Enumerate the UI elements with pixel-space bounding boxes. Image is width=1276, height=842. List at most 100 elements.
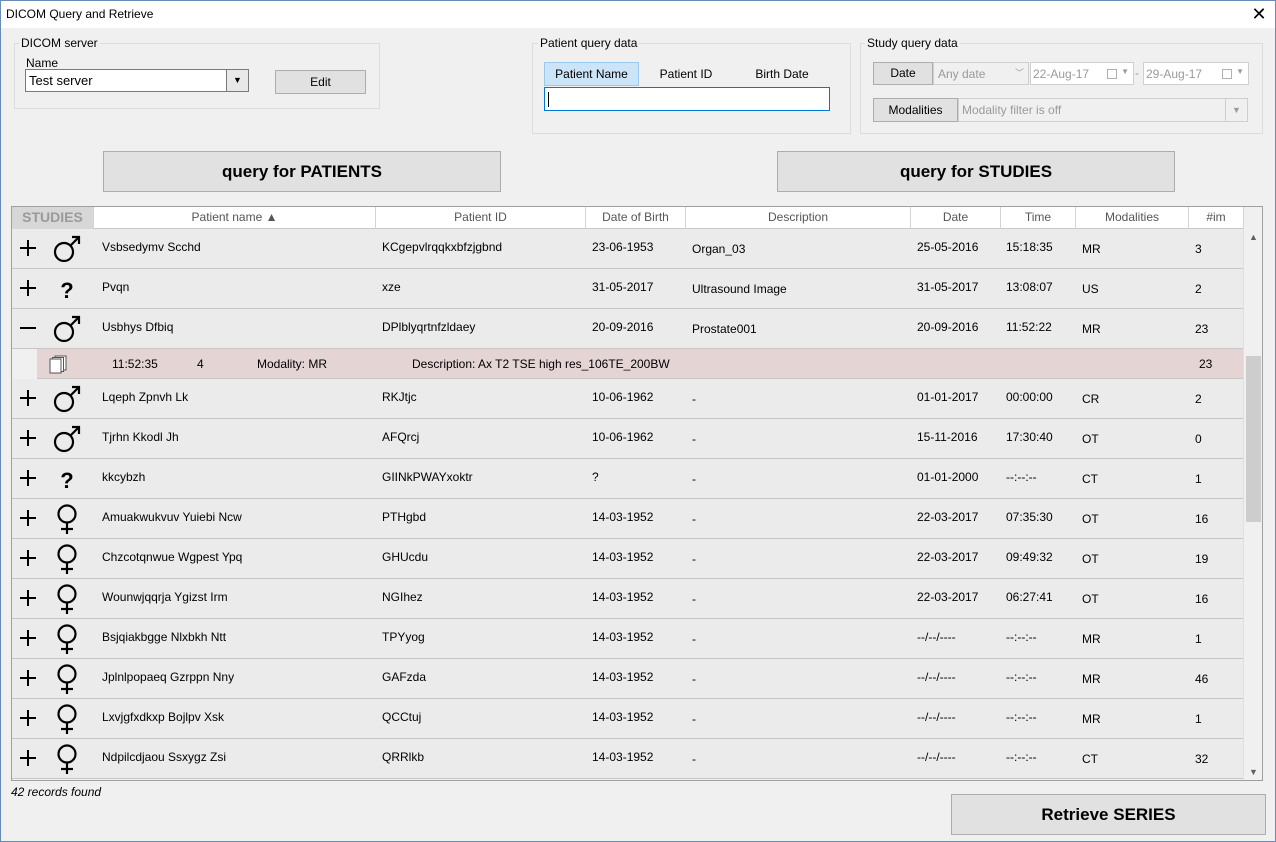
patient-id-cell: PTHgbd [382, 510, 427, 524]
date-range-value: Any date [938, 67, 986, 81]
header-patient-name[interactable]: Patient name ▲ [94, 207, 376, 229]
expand-icon[interactable] [17, 467, 39, 489]
query-patients-button[interactable]: query for PATIENTS [103, 151, 501, 192]
query-studies-button[interactable]: query for STUDIES [777, 151, 1175, 192]
table-row[interactable]: Bsjqiakbgge Nlxbkh Ntt TPYyog 14-03-1952- -… [12, 619, 1244, 659]
tab-patient-name[interactable]: Patient Name [544, 62, 639, 86]
description-cell: Prostate001 [692, 322, 757, 336]
series-row[interactable]: 11:52:35 4 Modality: MR Description: Ax T2 … [37, 349, 1244, 379]
expand-icon[interactable] [17, 507, 39, 529]
patient-id-cell: QCCtuj [382, 710, 422, 724]
table-row[interactable]: Wounwjqqrja Ygizst Irm NGIhez 14-03-1952 - 2… [12, 579, 1244, 619]
patient-id-cell: TPYyog [382, 630, 425, 644]
expand-icon[interactable] [17, 277, 39, 299]
table-row[interactable]: Tjrhn Kkodl Jh AFQrcj 10-06-1962 - 15-11-201… [12, 419, 1244, 459]
chevron-down-icon: ▼ [1121, 67, 1129, 76]
chevron-down-icon: ▼ [1236, 67, 1244, 76]
patient-query-label: Patient query data [538, 36, 640, 50]
date-range-select[interactable]: Any date ﹀ [933, 62, 1029, 85]
female-icon [52, 583, 82, 615]
dicom-query-window: DICOM Query and Retrieve ✕ DICOM server … [0, 0, 1276, 842]
tab-birth-date[interactable]: Birth Date [736, 62, 828, 86]
date-to-field[interactable]: 29-Aug-17 ▼ [1143, 62, 1249, 85]
study-time-cell: 13:08:07 [1006, 280, 1053, 294]
expand-icon[interactable] [17, 587, 39, 609]
vertical-scrollbar[interactable]: ▲ ▼ [1243, 229, 1262, 780]
study-time-cell: --:--:-- [1006, 710, 1037, 724]
header-time[interactable]: Time [1001, 207, 1076, 229]
expand-icon[interactable] [17, 707, 39, 729]
expand-icon[interactable] [17, 667, 39, 689]
date-from-field[interactable]: 22-Aug-17 ▼ [1030, 62, 1134, 85]
scrollbar-thumb[interactable] [1246, 356, 1261, 522]
header-date[interactable]: Date [911, 207, 1001, 229]
server-name-value: Test server [29, 73, 93, 88]
images-count-cell: 1 [1195, 472, 1202, 486]
patient-name-cell: Jplnlpopaeq Gzrppn Nny [102, 670, 235, 684]
modality-cell: MR [1082, 632, 1101, 646]
text-cursor [548, 92, 549, 107]
header-images[interactable]: #im [1189, 207, 1244, 229]
collapse-icon[interactable] [17, 317, 39, 339]
retrieve-series-button[interactable]: Retrieve SERIES [951, 794, 1266, 835]
series-description-cell: Description: Ax T2 TSE high res_106TE_20… [412, 357, 670, 371]
table-row[interactable]: Jplnlpopaeq Gzrppn Nny GAFzda 14-03-1952- -… [12, 659, 1244, 699]
expand-icon[interactable] [17, 547, 39, 569]
dob-cell: 14-03-1952 [592, 710, 654, 724]
server-name-select[interactable]: Test server ▼ [25, 69, 249, 92]
expand-icon[interactable] [17, 427, 39, 449]
close-icon[interactable]: ✕ [1249, 3, 1269, 25]
scroll-up-icon[interactable]: ▲ [1244, 229, 1262, 246]
description-cell: - [692, 432, 696, 446]
dob-cell: 14-03-1952 [592, 630, 654, 644]
table-row[interactable]: ? Pvqn xze 31-05-2017 Ultrasound Image 31-05-… [12, 269, 1244, 309]
expand-icon[interactable] [17, 747, 39, 769]
expand-icon[interactable] [17, 387, 39, 409]
tab-patient-id[interactable]: Patient ID [641, 62, 731, 86]
study-time-cell: 00:00:00 [1006, 390, 1053, 404]
modality-cell: MR [1082, 242, 1101, 256]
expand-icon[interactable] [17, 627, 39, 649]
window-title: DICOM Query and Retrieve [6, 7, 154, 21]
patient-query-input[interactable] [544, 87, 830, 111]
table-row[interactable]: Usbhys Dfbiq DPlblyqrtnfzldaey 20-09-2016 P… [12, 309, 1244, 349]
table-row[interactable]: Amuakwukvuv Yuiebi Ncw PTHgbd 14-03-1952 - 2… [12, 499, 1244, 539]
study-date-cell: 01-01-2017 [917, 390, 979, 404]
patient-id-cell: xze [382, 280, 401, 294]
description-cell: - [692, 592, 696, 606]
header-patient-id[interactable]: Patient ID [376, 207, 586, 229]
edit-server-button[interactable]: Edit [275, 70, 366, 94]
study-date-cell: 01-01-2000 [917, 470, 979, 484]
patient-id-cell: NGIhez [382, 590, 423, 604]
dob-cell: 14-03-1952 [592, 670, 654, 684]
table-row[interactable]: Ndpilcdjaou Ssxygz Zsi QRRlkb 14-03-1952- -… [12, 739, 1244, 779]
patient-id-cell: QRRlkb [382, 750, 425, 764]
patient-name-cell: Ndpilcdjaou Ssxygz Zsi [102, 750, 227, 764]
images-count-cell: 2 [1195, 282, 1202, 296]
modality-filter-select[interactable]: Modality filter is off ▼ [958, 98, 1248, 122]
modalities-button[interactable]: Modalities [873, 98, 958, 122]
table-row[interactable]: Lxvjgfxdkxp Bojlpv Xsk QCCtuj 14-03-1952- -… [12, 699, 1244, 739]
female-icon [52, 623, 82, 655]
table-row[interactable]: Lqeph Zpnvh Lk RKJtjc 10-06-1962 - 01-01-201… [12, 379, 1244, 419]
header-description[interactable]: Description [686, 207, 911, 229]
study-time-cell: --:--:-- [1006, 670, 1037, 684]
calendar-icon [1107, 69, 1117, 79]
table-row[interactable]: ? kkcybzh GIINkPWAYxoktr? - 01-01-2000 --:--:… [12, 459, 1244, 499]
series-time-cell: 11:52:35 [112, 357, 158, 371]
date-button[interactable]: Date [873, 62, 933, 85]
header-modalities[interactable]: Modalities [1076, 207, 1189, 229]
chevron-down-icon[interactable]: ▼ [226, 70, 248, 91]
header-date-of-birth[interactable]: Date of Birth [586, 207, 686, 229]
modality-cell: US [1082, 282, 1099, 296]
table-row[interactable]: Chzcotqnwue Wgpest Ypq GHUcdu 14-03-1952 - 2… [12, 539, 1244, 579]
scroll-down-icon[interactable]: ▼ [1244, 764, 1262, 780]
expand-icon[interactable] [17, 237, 39, 259]
study-date-cell: 25-05-2016 [917, 240, 979, 254]
images-count-cell: 0 [1195, 432, 1202, 446]
description-cell: - [692, 392, 696, 406]
table-row[interactable]: Vsbsedymv Scchd KCgepvlrqqkxbfzjgbnd 23-06… [12, 229, 1244, 269]
chevron-down-icon: ﹀ [1014, 68, 1024, 78]
female-icon [52, 503, 82, 535]
male-icon [52, 233, 82, 265]
